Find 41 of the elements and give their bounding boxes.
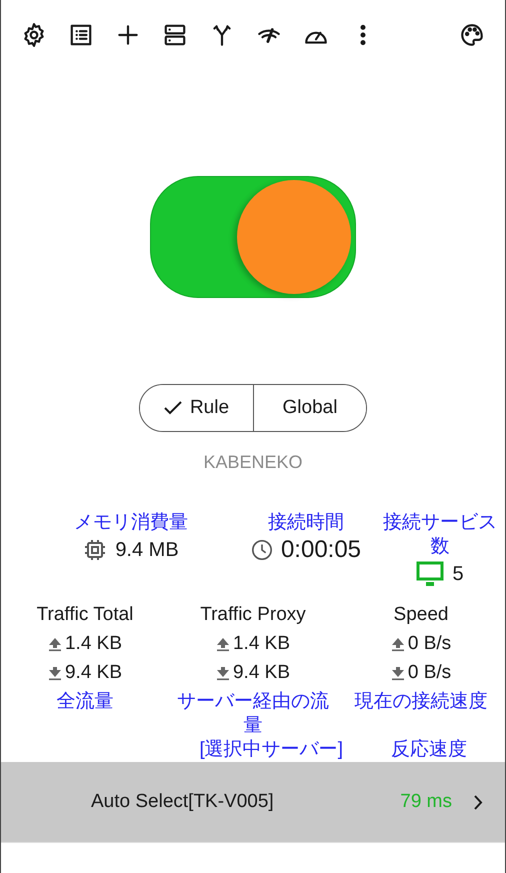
monitor-icon [416,561,444,587]
latency-value: 79 ms [400,791,452,813]
upload-value: 1.4 KB [232,632,290,656]
traffic-title: Traffic Proxy [200,603,306,627]
chevron-icon [474,794,483,810]
server-icon[interactable] [162,22,188,48]
traffic-title: Speed [394,603,448,627]
chip-icon [83,538,108,562]
download-icon [390,664,405,680]
stat-value: 0:00:05 [280,535,362,565]
upload-icon [48,636,62,652]
download-value: 9.4 KB [232,661,290,685]
stat-annotation: メモリ消費量 [74,511,188,535]
list-icon[interactable] [68,22,94,48]
stat-annotation: 接続時間 [268,511,344,535]
server-selector[interactable]: Auto Select[TK-V005] 79 ms [1,762,505,843]
upload-icon [390,636,405,652]
download-value: 0 B/s [408,661,452,685]
traffic-annotation: 現在の接続速度 [354,690,488,714]
upload-value: 0 B/s [408,632,452,656]
switch-knob[interactable] [237,180,351,294]
mode-tab[interactable]: Global [253,385,366,431]
server-annotation: [選択中サーバー] [199,738,343,762]
download-value: 9.4 KB [64,661,122,685]
upload-icon [216,636,230,652]
palette-icon[interactable] [459,22,485,48]
latency-annotation: 反応速度 [391,738,467,762]
stat-annotation: 接続サービス数 [382,511,498,559]
traffic-title: Traffic Total [36,603,134,627]
traffic-annotation: 全流量 [56,690,114,714]
server-name: Auto Select[TK-V005] [91,791,274,813]
download-icon [216,664,230,680]
stat-value: 9.4 MB [115,538,179,563]
stat-value: 5 [452,562,464,587]
upload-value: 1.4 KB [64,632,122,656]
toggle-switch[interactable] [150,176,356,298]
traffic-annotation: サーバー経由の流量 [176,690,330,738]
check-icon [164,401,182,415]
clock-icon [250,539,273,561]
profile-name: KABENEKO [203,452,303,473]
download-icon [48,664,62,680]
